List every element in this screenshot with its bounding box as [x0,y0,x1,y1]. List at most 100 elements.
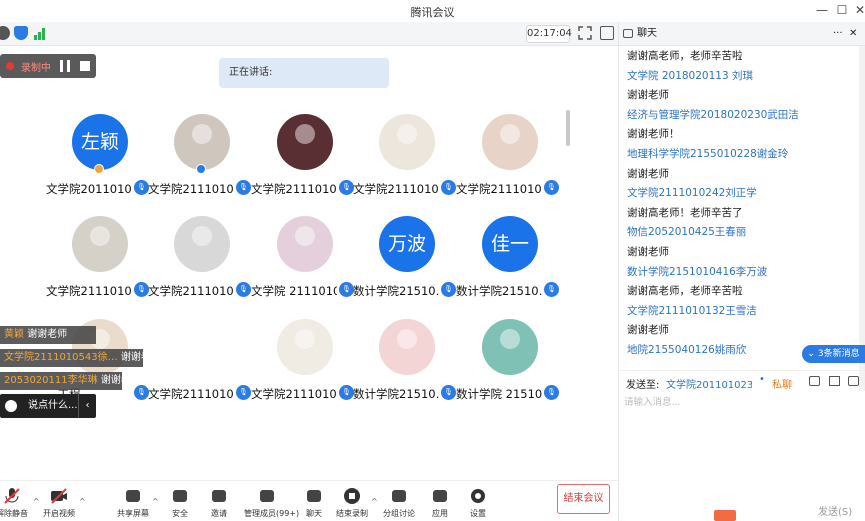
participant-tile[interactable]: 文学院2111010…🎙 [353,114,461,218]
chat-message: 谢谢高老师！老师辛苦了 [627,206,743,219]
avatar [277,216,333,272]
participant-tile[interactable]: 数计学院 21510…🎙 [456,319,564,423]
participant-tile[interactable]: 文学院2111010…🎙 [251,114,359,218]
grid-scrollbar[interactable] [566,110,570,146]
toolbar-record-stop-button[interactable]: 结束录制 [329,487,375,521]
toolbar-mic-muted-button[interactable]: 解除静音 [0,487,35,521]
title-bar: 腾讯会议 — ☐ ✕ [0,0,865,22]
end-meeting-button[interactable]: 结束会议 [557,484,610,514]
meeting-timer: 02:17:04 [526,25,572,43]
chat-message: 经济与管理学院2018020230武田洁 [627,108,799,121]
chat-input[interactable]: 请输入消息... [624,394,854,410]
more-icon[interactable]: ··· [833,22,843,46]
calendar-icon[interactable] [829,376,840,386]
mic-icon: 🎙 [544,282,559,297]
dropdown-dot-icon[interactable]: • [759,374,765,385]
toolbar-label: 邀请 [211,509,227,518]
toolbar-label: 分组讨论 [383,509,415,518]
avatar-photo [295,329,315,349]
info-icon[interactable] [0,26,10,40]
send-button[interactable]: 发送(S) [818,503,858,518]
participant-tile[interactable]: 文学院 2111010…🎙 [251,216,359,320]
avatar [482,114,538,170]
participant-tile[interactable]: 万波 数计学院21510… 🎙 [353,216,461,320]
mic-icon: 🎙 [339,282,354,297]
chat-header: 聊天 ··· ✕ [619,22,865,46]
participant-tile[interactable]: 文学院2111010…🎙 [148,114,256,218]
chat-message: 谢谢老师 [627,324,669,337]
say-placeholder: 说点什么... [28,400,78,411]
fullscreen-icon[interactable] [578,26,592,40]
avatar-photo [90,226,110,246]
signal-icon[interactable] [34,28,46,40]
collapse-icon[interactable]: ‹ [78,394,96,418]
toolbar-label: 解除静音 [0,509,28,518]
avatar: 左颖 [72,114,128,170]
chat-message: 谢谢老师！ [627,128,680,141]
recording-label: 录制中 [21,63,51,74]
participant-name: 文学院2111010… [251,387,337,401]
mic-icon: 🎙 [544,385,559,400]
chat-scrollbar[interactable] [859,46,865,391]
avatar [482,319,538,375]
toolbar-settings-button[interactable]: 设置 [455,487,501,521]
close-chat-icon[interactable]: ✕ [849,22,857,46]
chat-panel: 聊天 ··· ✕ 谢谢高老师，老师辛苦啦 文学院 2018020113 刘琪 谢谢老… [618,22,865,521]
participant-tile[interactable]: 文学院2111010…🎙 [46,216,154,320]
chat-message: 数计学院2151010416李万波 [627,265,768,278]
avatar [277,114,333,170]
participant-name: 文学院2111010… [353,182,439,196]
layout-icon[interactable] [600,26,614,40]
avatar-photo [192,226,212,246]
avatar: 佳一 [482,216,538,272]
participant-tile[interactable]: 文学院2111010…🎙 [148,319,256,423]
chevron-up-icon[interactable]: ^ [79,497,89,506]
shield-icon [171,487,189,505]
minimize-icon[interactable]: — [812,2,832,18]
shield-icon[interactable] [14,26,28,40]
participant-tile[interactable]: 文学院2111010…🎙 [148,216,256,320]
share-screen-icon [124,487,142,505]
participant-tile[interactable]: 数计学院21510… 🎙 [353,319,461,423]
mic-icon: 🎙 [134,282,149,297]
participant-name: 数计学院21510… [353,387,439,401]
avatar-initials: 万波 [379,216,435,272]
mic-icon: 🎙 [544,180,559,195]
participant-tile[interactable]: 文学院2111010…🎙 [456,114,564,218]
chat-message: 谢谢老师 [627,167,669,180]
toolbar-share-screen-button[interactable]: 共享屏幕 [110,487,156,521]
emoji-icon[interactable] [5,400,17,412]
toolbar-video-off-button[interactable]: 开启视频 [36,487,82,521]
chat-message: 谢谢老师 [627,246,669,258]
private-chat-label[interactable]: 私聊 [772,376,792,391]
participant-name: 文学院 2111010… [251,284,337,298]
participant-tile[interactable]: 文学院2111010…🎙 [251,319,359,423]
say-something-box[interactable]: 说点什么... ‹ [0,394,96,418]
participant-tile[interactable]: 佳一 数计学院21510… 🎙 [456,216,564,320]
maximize-icon[interactable]: ☐ [832,2,852,18]
mic-icon: 🎙 [339,385,354,400]
avatar-photo [192,124,212,144]
new-messages-badge[interactable]: ⌄ 3条新消息 [802,345,865,363]
mic-icon: 🎙 [236,282,251,297]
participant-tile[interactable]: 左颖文学院2011010…🎙 [46,114,154,218]
invite-icon [210,487,228,505]
toolbar-members-button[interactable]: 管理成员(99+) [244,487,299,521]
avatar [72,216,128,272]
toolbar-breakout-button[interactable]: 分组讨论 [376,487,422,521]
toolbar-invite-button[interactable]: 邀请 [196,487,242,521]
pause-icon[interactable] [60,60,70,72]
send-to-select[interactable]: 文学院201101023… [666,376,752,391]
chat-message: 物信2052010425王春丽 [627,226,747,239]
toolbar-label: 设置 [470,509,486,518]
more-actions-icon[interactable] [848,376,859,386]
close-icon[interactable]: ✕ [850,2,865,18]
avatar-photo [397,329,417,349]
participant-name: 文学院2111010… [148,182,234,196]
video-off-icon [50,487,68,505]
avatar-photo [500,124,520,144]
stop-icon[interactable] [80,61,90,71]
app-tray-icon [714,510,736,521]
avatar [379,114,435,170]
file-icon[interactable] [809,376,820,386]
